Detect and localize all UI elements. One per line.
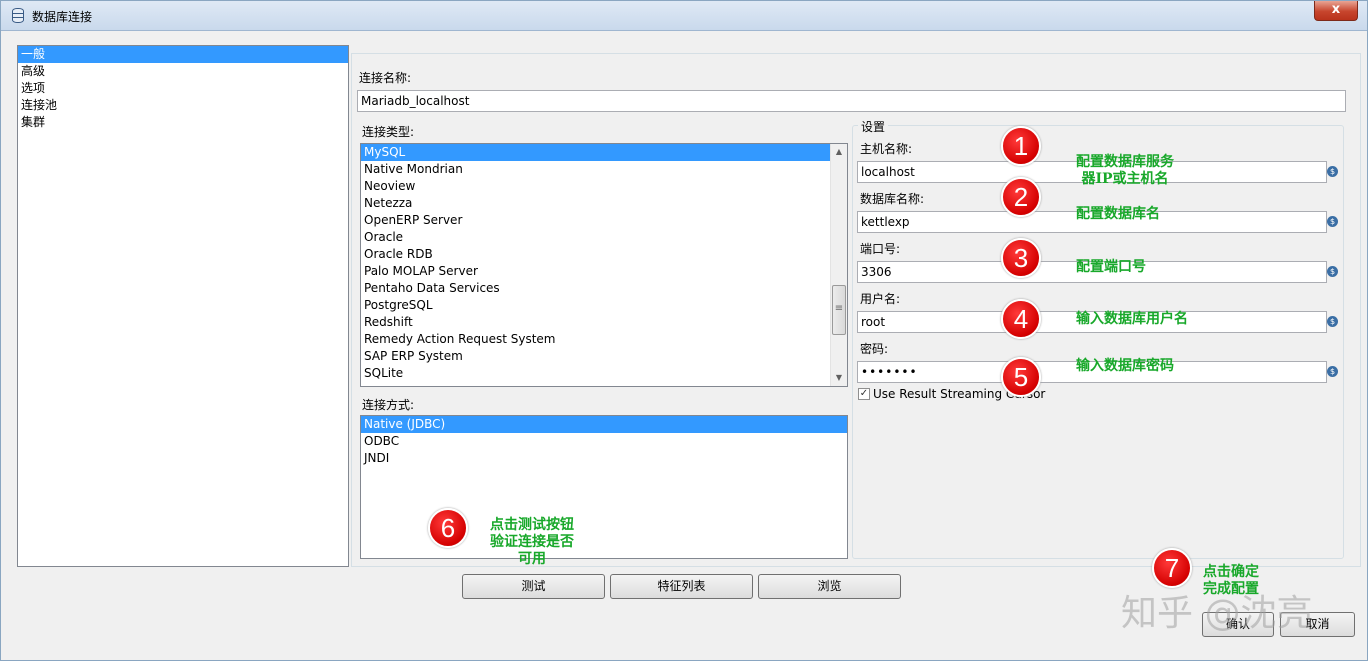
list-item[interactable]: Redshift (361, 314, 847, 331)
test-button[interactable]: 测试 (462, 574, 605, 599)
scroll-down-arrow-icon[interactable]: ▼ (831, 370, 847, 386)
host-label: 主机名称: (860, 142, 913, 156)
annotation-badge-5: 5 (1001, 357, 1041, 397)
variable-icon[interactable]: $ (1327, 316, 1338, 327)
annotation-badge-6: 6 (428, 508, 468, 548)
list-item[interactable]: Native (JDBC) (361, 416, 847, 433)
list-item[interactable]: Netezza (361, 195, 847, 212)
close-button[interactable]: x (1314, 1, 1358, 21)
title-bar: 数据库连接 x (1, 1, 1367, 31)
sidebar-item-pooling[interactable]: 连接池 (18, 97, 348, 114)
annotation-note-5: 输入数据库密码 (1076, 358, 1174, 374)
feature-list-button[interactable]: 特征列表 (610, 574, 753, 599)
connection-type-label: 连接类型: (362, 125, 415, 139)
sidebar-item-clustering[interactable]: 集群 (18, 114, 348, 131)
connection-name-label: 连接名称: (359, 71, 412, 85)
annotation-badge-7: 7 (1152, 548, 1192, 588)
list-item[interactable]: MySQL (361, 144, 830, 161)
settings-group (852, 125, 1344, 559)
database-icon (12, 8, 24, 23)
scroll-up-arrow-icon[interactable]: ▲ (831, 144, 847, 160)
password-label: 密码: (860, 342, 889, 356)
database-name-label: 数据库名称: (860, 192, 925, 206)
annotation-note-1: 配置数据库服务 器IP或主机名 (1076, 154, 1174, 188)
list-item[interactable]: PostgreSQL (361, 297, 847, 314)
list-item[interactable]: Oracle RDB (361, 246, 847, 263)
annotation-note-7: 点击确定 完成配置 (1203, 564, 1259, 598)
connection-name-input[interactable]: Mariadb_localhost (357, 90, 1346, 112)
sidebar-item-general[interactable]: 一般 (18, 46, 348, 63)
list-item[interactable]: SQLite (361, 365, 847, 382)
annotation-badge-2: 2 (1001, 177, 1041, 217)
annotation-note-line: 点击测试按钮 (490, 517, 574, 533)
variable-icon[interactable]: $ (1327, 166, 1338, 177)
annotation-note-line: 可用 (518, 551, 546, 567)
list-item[interactable]: Palo MOLAP Server (361, 263, 847, 280)
variable-icon[interactable]: $ (1327, 266, 1338, 277)
sidebar-item-options[interactable]: 选项 (18, 80, 348, 97)
sidebar-item-advanced[interactable]: 高级 (18, 63, 348, 80)
annotation-note-2: 配置数据库名 (1076, 206, 1160, 222)
annotation-note-line: 配置数据库服务 (1076, 154, 1174, 170)
annotation-note-4: 输入数据库用户名 (1076, 311, 1188, 327)
variable-icon[interactable]: $ (1327, 366, 1338, 377)
list-item[interactable]: SAP ERP System (361, 348, 847, 365)
connection-type-list[interactable]: MySQL Native Mondrian Neoview Netezza Op… (360, 143, 848, 387)
variable-icon[interactable]: $ (1327, 216, 1338, 227)
port-label: 端口号: (860, 242, 901, 256)
annotation-note-line: 验证连接是否 (490, 534, 574, 550)
list-item[interactable]: Neoview (361, 178, 847, 195)
streaming-cursor-checkbox[interactable]: ✓ (858, 388, 870, 400)
annotation-note-line: 点击确定 (1203, 564, 1259, 580)
annotation-badge-1: 1 (1001, 126, 1041, 166)
category-list: 一般 高级 选项 连接池 集群 (17, 45, 349, 567)
annotation-note-3: 配置端口号 (1076, 259, 1146, 275)
username-label: 用户名: (860, 292, 901, 306)
browse-button[interactable]: 浏览 (758, 574, 901, 599)
settings-group-label: 设置 (858, 118, 889, 135)
list-item[interactable]: Oracle (361, 229, 847, 246)
list-item[interactable]: Remedy Action Request System (361, 331, 847, 348)
window-title: 数据库连接 (32, 10, 93, 24)
annotation-badge-3: 3 (1001, 238, 1041, 278)
annotation-badge-4: 4 (1001, 299, 1041, 339)
access-method-label: 连接方式: (362, 398, 415, 412)
annotation-note-6: 点击测试按钮 验证连接是否 可用 (490, 517, 574, 568)
list-item[interactable]: JNDI (361, 450, 847, 467)
list-item[interactable]: Pentaho Data Services (361, 280, 847, 297)
annotation-note-line: 完成配置 (1203, 581, 1259, 597)
list-item[interactable]: ODBC (361, 433, 847, 450)
annotation-note-line: 器IP或主机名 (1081, 171, 1169, 187)
vertical-scrollbar[interactable]: ▲ ▼ (830, 144, 847, 386)
general-panel: 连接名称: Mariadb_localhost 连接类型: MySQL Nati… (351, 53, 1361, 567)
scroll-thumb[interactable] (832, 285, 846, 335)
list-item[interactable]: OpenERP Server (361, 212, 847, 229)
database-connection-dialog: 数据库连接 x 一般 高级 选项 连接池 集群 连接名称: Mariadb_lo… (0, 0, 1368, 661)
list-item[interactable]: Native Mondrian (361, 161, 847, 178)
